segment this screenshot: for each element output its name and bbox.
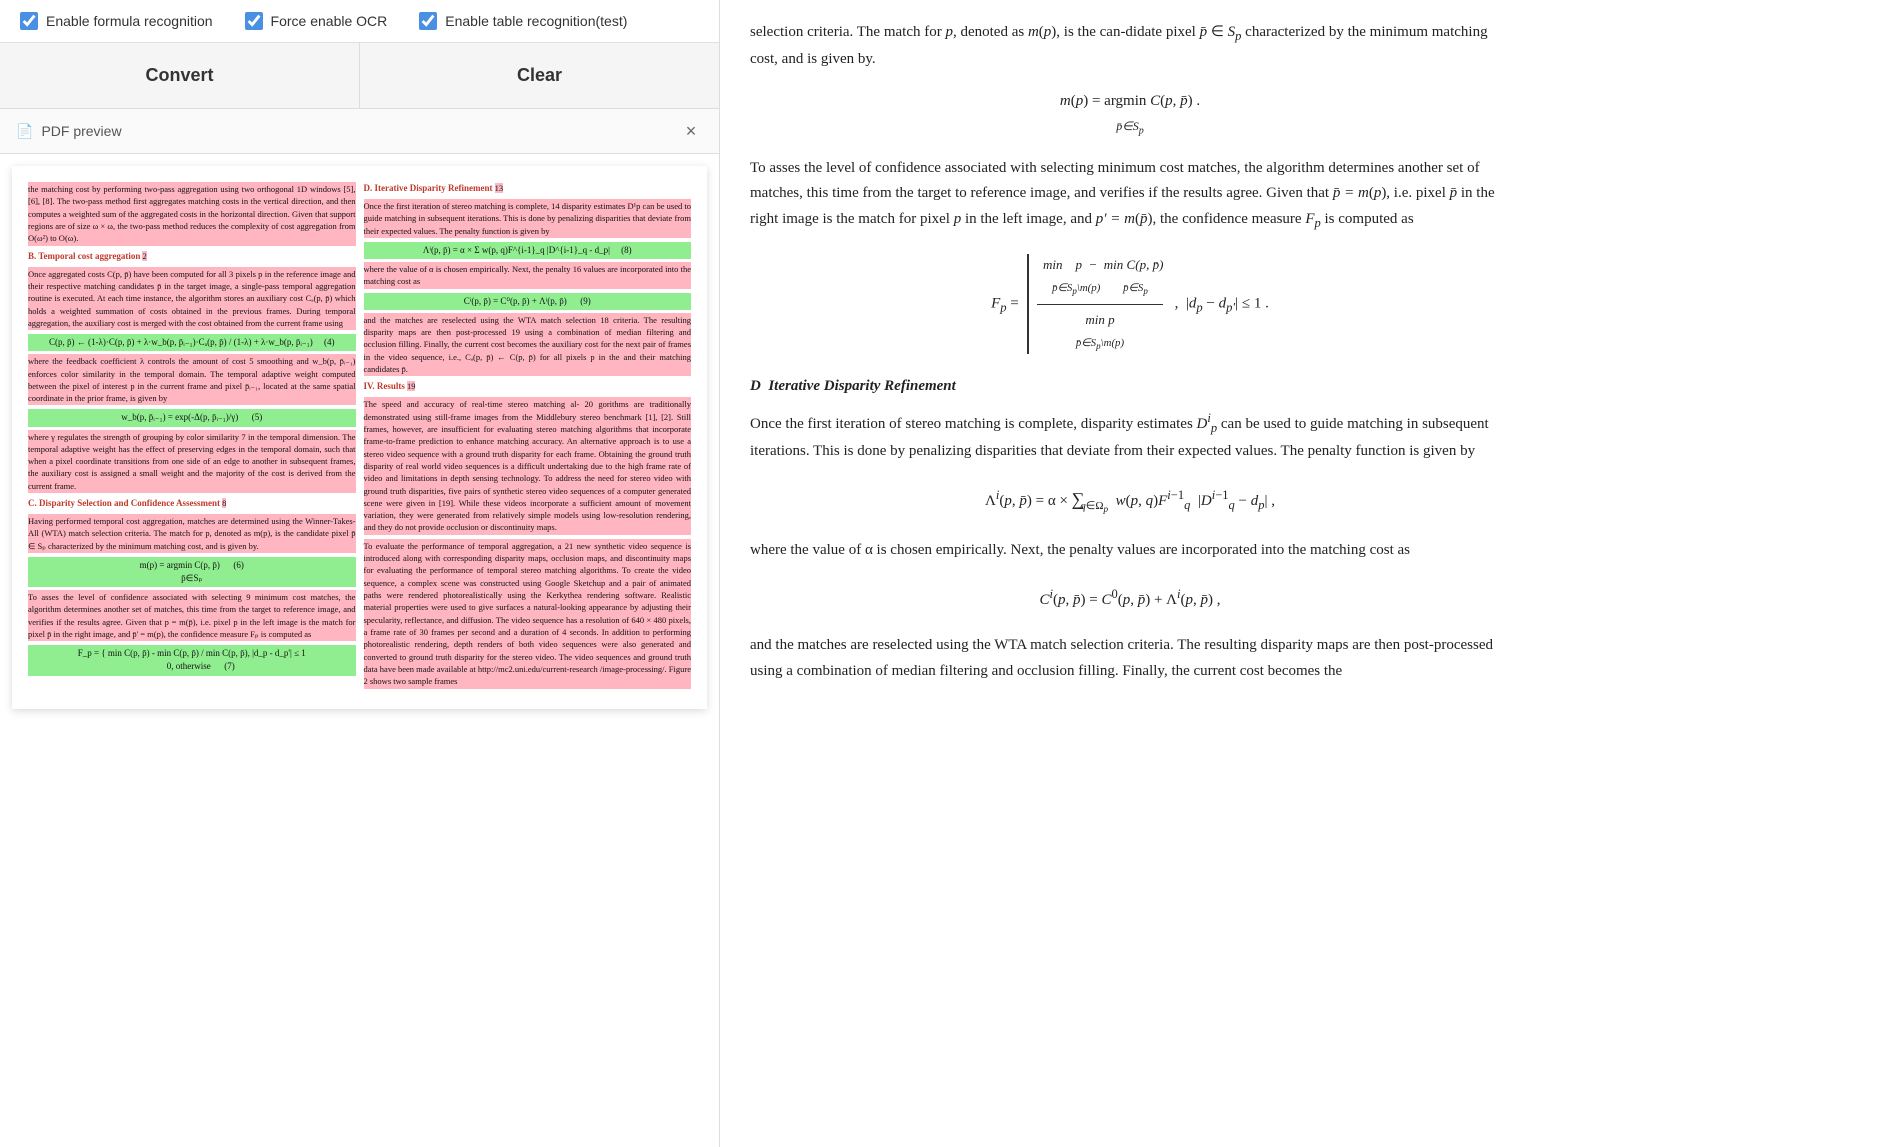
checkbox-bar: Enable formula recognition Force enable …: [0, 0, 719, 43]
right-para-1: selection criteria. The match for p, den…: [750, 20, 1510, 73]
clear-button[interactable]: Clear: [360, 43, 719, 108]
formula-fp: Fp = min p − min C(p, p̄) p̄∈Sp\m(p) p̄∈…: [750, 254, 1510, 354]
ocr-checkbox[interactable]: [245, 12, 263, 30]
right-para-2: To asses the level of confidence associa…: [750, 156, 1510, 234]
ocr-checkbox-label: Force enable OCR: [271, 13, 388, 29]
table-checkbox-item[interactable]: Enable table recognition(test): [419, 12, 627, 30]
table-checkbox-label: Enable table recognition(test): [445, 13, 627, 29]
table-checkbox[interactable]: [419, 12, 437, 30]
pdf-content: the matching cost by performing two-pass…: [0, 154, 719, 721]
right-panel: selection criteria. The match for p, den…: [720, 0, 1881, 1147]
pdf-preview-area: 📄 PDF preview × the matching cost by per…: [0, 109, 719, 1147]
action-buttons: Convert Clear: [0, 43, 719, 109]
right-para-3: Once the first iteration of stereo match…: [750, 408, 1510, 465]
pdf-preview-header: 📄 PDF preview ×: [0, 109, 719, 154]
right-para-5: and the matches are reselected using the…: [750, 633, 1510, 684]
formula-lambda: Λi(p, p̄) = α × ∑ q∈Ωp w(p, q)Fi−1q |Di−…: [750, 484, 1510, 518]
formula-checkbox-label: Enable formula recognition: [46, 13, 213, 29]
section-d-title: D Iterative Disparity Refinement: [750, 374, 1510, 400]
ocr-checkbox-item[interactable]: Force enable OCR: [245, 12, 388, 30]
right-content: selection criteria. The match for p, den…: [750, 20, 1510, 684]
pdf-page: the matching cost by performing two-pass…: [12, 166, 707, 709]
pdf-preview-title: 📄 PDF preview: [16, 123, 122, 140]
pdf-preview-label: PDF preview: [41, 123, 121, 139]
formula-checkbox-item[interactable]: Enable formula recognition: [20, 12, 213, 30]
formula-checkbox[interactable]: [20, 12, 38, 30]
convert-button[interactable]: Convert: [0, 43, 360, 108]
formula-ci: Ci(p, p̄) = C0(p, p̄) + Λi(p, p̄) ,: [750, 584, 1510, 614]
close-preview-button[interactable]: ×: [679, 119, 703, 143]
pdf-sim-content: the matching cost by performing two-pass…: [12, 166, 707, 709]
pdf-icon: 📄: [16, 123, 33, 140]
right-para-4: where the value of α is chosen empirical…: [750, 538, 1510, 564]
left-panel: Enable formula recognition Force enable …: [0, 0, 720, 1147]
formula-m-p: m(p) = argmin C(p, p̄) . p̄∈Sp: [750, 89, 1510, 140]
